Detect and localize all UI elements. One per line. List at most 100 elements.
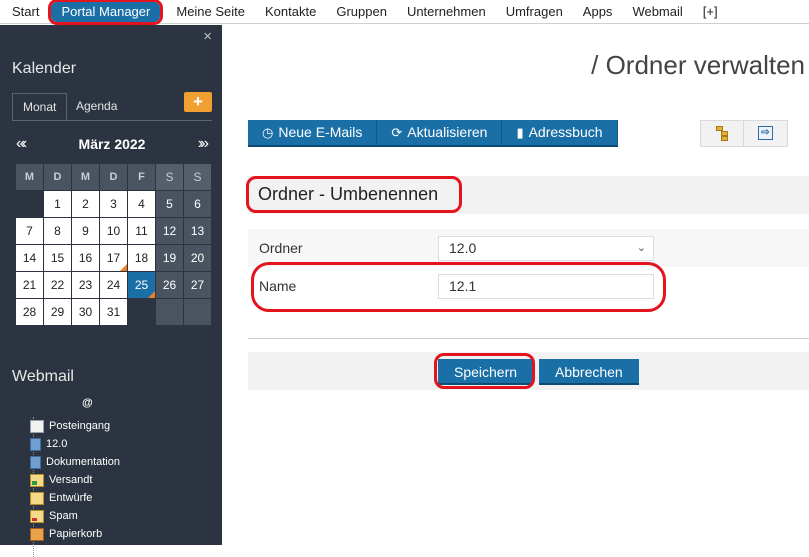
action-bar: Speichern Abbrechen — [248, 352, 809, 390]
addressbook-label: Adressbuch — [528, 124, 603, 140]
calendar-title: Kalender — [12, 60, 77, 77]
add-event-button[interactable]: + — [184, 92, 212, 112]
nav-portal-manager[interactable]: Portal Manager — [48, 0, 164, 25]
calendar-day[interactable]: 14 — [16, 245, 43, 271]
folder-tree-icon — [716, 126, 728, 141]
calendar-day[interactable]: 13 — [184, 218, 211, 244]
calendar-day[interactable]: 24 — [100, 272, 127, 298]
calendar-day[interactable]: 5 — [156, 191, 183, 217]
addressbook-button[interactable]: ▮ Adressbuch — [502, 120, 618, 147]
calendar-day[interactable]: 20 — [184, 245, 211, 271]
calendar-day[interactable]: 21 — [16, 272, 43, 298]
calendar-day[interactable]: 30 — [72, 299, 99, 325]
sidebar: × Kalender Monat Agenda + «‹ März 2022 ›… — [0, 25, 222, 557]
calendar-day[interactable]: 2 — [72, 191, 99, 217]
weekday-header: F — [128, 164, 155, 190]
nav-gruppen[interactable]: Gruppen — [326, 2, 397, 22]
clock-icon: ◷ — [262, 125, 274, 140]
folder-select[interactable]: 12.0 ⌄ — [438, 236, 654, 261]
folder-item[interactable]: Posteingang — [30, 417, 210, 435]
import-icon: ⇨ — [758, 126, 773, 140]
calendar-day[interactable]: 15 — [44, 245, 71, 271]
calendar-day[interactable]: 4 — [128, 191, 155, 217]
new-mail-label: Neue E-Mails — [278, 124, 363, 140]
folder-item[interactable]: Papierkorb — [30, 525, 210, 543]
tab-agenda[interactable]: Agenda — [66, 93, 127, 121]
folder-item[interactable]: Dokumentation — [30, 453, 210, 471]
save-button[interactable]: Speichern — [438, 359, 534, 385]
calendar-day[interactable]: 26 — [156, 272, 183, 298]
close-icon[interactable]: × — [203, 28, 212, 45]
nav-webmail[interactable]: Webmail — [622, 2, 692, 22]
calendar-day[interactable]: 16 — [72, 245, 99, 271]
highlight-ring — [246, 176, 462, 213]
tab-monat[interactable]: Monat — [12, 93, 68, 121]
calendar-day[interactable]: 25 — [128, 272, 155, 298]
sent-folder-icon — [30, 473, 44, 487]
nav-meine-seite[interactable]: Meine Seite — [166, 2, 255, 22]
calendar-day[interactable]: 3 — [100, 191, 127, 217]
folder-item[interactable]: Versandt — [30, 471, 210, 489]
weekday-header: D — [100, 164, 127, 190]
calendar-day[interactable]: 8 — [44, 218, 71, 244]
name-input[interactable]: 12.1 — [438, 274, 654, 299]
calendar-day[interactable]: 17 — [100, 245, 127, 271]
mailbox-root[interactable]: @ — [82, 397, 93, 409]
inbox-folder-icon — [30, 419, 44, 433]
folder-row: Ordner 12.0 ⌄ — [248, 229, 809, 267]
calendar-header: «‹ März 2022 ›» — [16, 135, 209, 155]
calendar-day[interactable]: 12 — [156, 218, 183, 244]
weekday-header: D — [44, 164, 71, 190]
folder-label: Dokumentation — [46, 456, 120, 468]
calendar-day[interactable]: 23 — [72, 272, 99, 298]
calendar-day[interactable]: 7 — [16, 218, 43, 244]
folder-label: Entwürfe — [49, 492, 93, 504]
tab-divider — [12, 120, 212, 121]
calendar-day[interactable]: 22 — [44, 272, 71, 298]
nav-unternehmen[interactable]: Unternehmen — [397, 2, 496, 22]
refresh-button[interactable]: ⟳ Aktualisieren — [377, 120, 503, 147]
folder-select-value: 12.0 — [449, 240, 477, 256]
calendar-day[interactable]: 29 — [44, 299, 71, 325]
calendar-day[interactable]: 11 — [128, 218, 155, 244]
nav-start[interactable]: Start — [2, 2, 49, 22]
calendar-empty-cell — [184, 299, 211, 325]
folder-item[interactable]: Entwürfe — [30, 489, 210, 507]
folder-label: Spam — [49, 510, 78, 522]
cancel-button[interactable]: Abbrechen — [539, 359, 639, 385]
calendar-day[interactable]: 6 — [184, 191, 211, 217]
calendar-day[interactable]: 19 — [156, 245, 183, 271]
main-content: / Ordner verwalten ◷ Neue E-Mails ⟳ Aktu… — [222, 25, 809, 545]
calendar-day[interactable]: 28 — [16, 299, 43, 325]
calendar-day[interactable]: 1 — [44, 191, 71, 217]
folder-item[interactable]: 12.0 — [30, 435, 210, 453]
calendar-empty-cell — [128, 299, 155, 325]
mail-toolbar: ◷ Neue E-Mails ⟳ Aktualisieren ▮ Adressb… — [248, 120, 618, 148]
page-title: / Ordner verwalten — [591, 50, 805, 80]
folder-item[interactable]: Spam — [30, 507, 210, 525]
folder-tree: Posteingang 12.0 Dokumentation Versandt Entw… — [30, 417, 210, 543]
calendar-day[interactable]: 18 — [128, 245, 155, 271]
name-label: Name — [259, 278, 297, 294]
refresh-icon: ⟳ — [391, 125, 403, 140]
weekday-header: M — [72, 164, 99, 190]
nav-umfragen[interactable]: Umfragen — [496, 2, 573, 22]
trash-folder-icon — [30, 527, 44, 541]
folder-tree-view-button[interactable] — [701, 121, 744, 146]
new-mail-button[interactable]: ◷ Neue E-Mails — [248, 120, 378, 147]
nav-apps[interactable]: Apps — [573, 2, 623, 22]
refresh-label: Aktualisieren — [407, 124, 488, 140]
folder-folder-icon — [30, 455, 41, 469]
nav-add-more[interactable]: [+] — [693, 2, 728, 22]
calendar-day[interactable]: 31 — [100, 299, 127, 325]
calendar-day[interactable]: 9 — [72, 218, 99, 244]
folder-folder-icon — [30, 437, 41, 451]
next-month-icon[interactable]: ›» — [198, 135, 209, 153]
calendar-day[interactable]: 10 — [100, 218, 127, 244]
nav-kontakte[interactable]: Kontakte — [255, 2, 326, 22]
top-navigation: Start Portal Manager Meine Seite Kontakt… — [0, 0, 809, 25]
calendar-empty-cell — [156, 299, 183, 325]
weekday-header: S — [156, 164, 183, 190]
import-button[interactable]: ⇨ — [744, 121, 787, 146]
calendar-day[interactable]: 27 — [184, 272, 211, 298]
